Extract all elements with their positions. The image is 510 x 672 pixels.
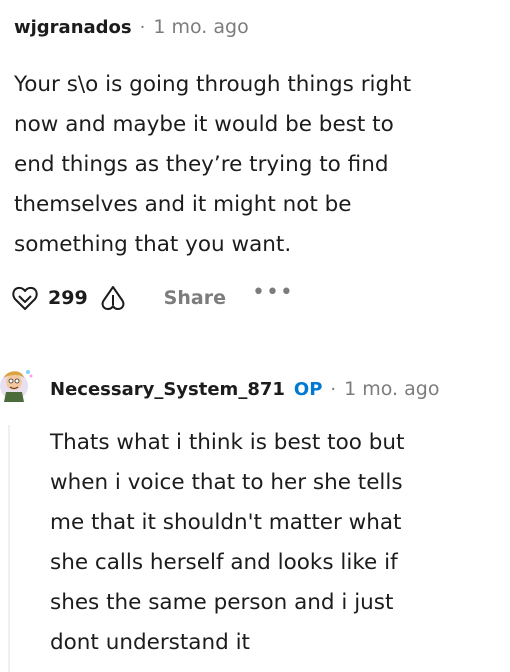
comment-body-line: shes the same person and i just (50, 590, 394, 615)
avatar[interactable] (0, 362, 36, 414)
comment-timestamp[interactable]: 1 mo. ago (344, 374, 439, 404)
comment-meta: Necessary_System_871 OP · 1 mo. ago (50, 374, 505, 405)
comment-body-line: end things as they’re trying to find (14, 152, 389, 177)
comment-score: 299 (48, 287, 88, 309)
comment-username[interactable]: wjgranados (14, 15, 132, 41)
meta-separator: · (330, 379, 337, 400)
comment-necessary-system: Necessary_System_871 OP · 1 mo. ago That… (50, 374, 505, 663)
meta-separator: · (139, 17, 146, 38)
op-badge: OP (293, 379, 323, 400)
upvote-icon[interactable] (10, 283, 40, 313)
share-button[interactable]: Share (164, 287, 226, 309)
comment-body-line: now and maybe it would be best to (14, 112, 394, 137)
comment-body-line: themselves and it might not be (14, 192, 352, 217)
comment-timestamp[interactable]: 1 mo. ago (153, 14, 248, 40)
comment-thread: wjgranados · 1 mo. ago Your s\o is going… (0, 0, 510, 672)
comment-username[interactable]: Necessary_System_871 (50, 375, 285, 405)
comment-action-bar: 299 Share ••• (10, 280, 294, 316)
comment-body-line: dont understand it (50, 630, 250, 655)
comment-body: Your s\o is going through things right n… (14, 65, 494, 265)
comment-body-line: something that you want. (14, 232, 292, 257)
comment-body-line: when i voice that to her she tells (50, 470, 403, 495)
comment-meta: wjgranados · 1 mo. ago (14, 14, 504, 41)
downvote-icon[interactable] (98, 283, 128, 313)
comment-wjgranados: wjgranados · 1 mo. ago Your s\o is going… (14, 14, 504, 265)
comment-body-line: she calls herself and looks like if (50, 550, 398, 575)
thread-line[interactable] (8, 425, 10, 672)
comment-body-line: Thats what i think is best too but (50, 430, 405, 455)
comment-body-line: me that it shouldn't matter what (50, 510, 402, 535)
comment-body: Thats what i think is best too but when … (50, 423, 500, 663)
comment-body-line: Your s\o is going through things right (14, 72, 412, 97)
more-options-button[interactable]: ••• (252, 280, 294, 305)
